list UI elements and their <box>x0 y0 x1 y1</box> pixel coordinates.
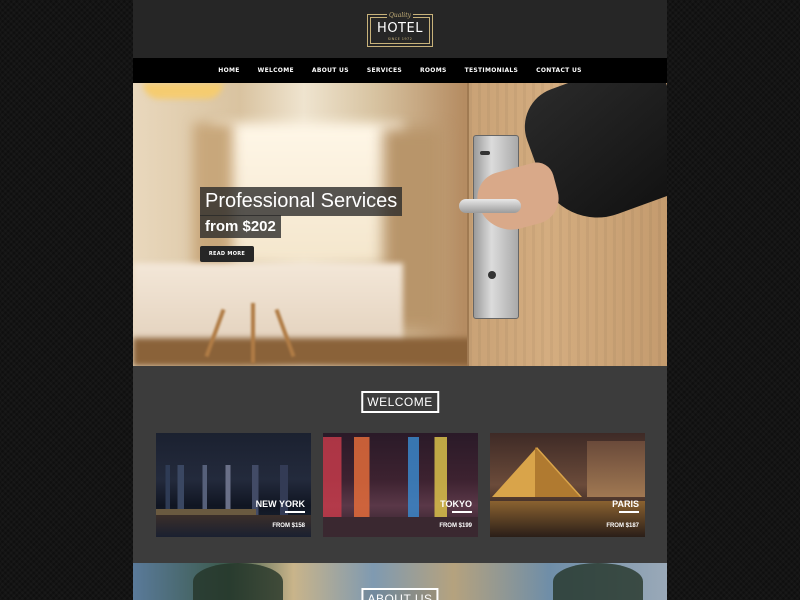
nav-item-rooms[interactable]: ROOMS <box>411 67 456 74</box>
site-header: Quality HOTEL SINCE 1972 <box>133 0 667 58</box>
hero-banner: Professional Services from $202 READ MOR… <box>133 83 667 366</box>
destination-card-tokyo[interactable]: TOKYO FROM $199 <box>323 433 478 537</box>
destination-cards: NEW YORK FROM $158 TOKYO FROM $199 PARIS… <box>156 433 645 537</box>
card-underline <box>619 511 639 513</box>
hero-floor <box>133 338 473 366</box>
page-container: Quality HOTEL SINCE 1972 HOME WELCOME AB… <box>133 0 667 600</box>
card-price: FROM $199 <box>439 523 472 529</box>
about-section: ABOUT US <box>133 563 667 600</box>
hero-lock-keyhole <box>488 271 496 279</box>
nav-item-about-us[interactable]: ABOUT US <box>303 67 358 74</box>
hero-lamp <box>143 83 223 99</box>
hero-lock-led <box>480 151 490 155</box>
destination-card-new-york[interactable]: NEW YORK FROM $158 <box>156 433 311 537</box>
logo-frame: Quality HOTEL SINCE 1972 <box>370 12 430 44</box>
card-underline <box>285 511 305 513</box>
nav-item-contact-us[interactable]: CONTACT US <box>527 67 591 74</box>
card-city-label: NEW YORK <box>255 499 305 509</box>
logo-since: SINCE 1972 <box>387 37 413 41</box>
card-price: FROM $187 <box>606 523 639 529</box>
nav-item-services[interactable]: SERVICES <box>358 67 411 74</box>
palm-tree <box>553 563 643 600</box>
card-underline <box>452 511 472 513</box>
hero-title: Professional Services <box>200 187 403 216</box>
card-city-label: TOKYO <box>440 499 472 509</box>
nav-item-home[interactable]: HOME <box>209 67 248 74</box>
logo-tagline: Quality <box>387 12 413 19</box>
paris-pyramid-shade <box>535 447 580 497</box>
hero-door-handle <box>459 199 521 213</box>
hero-table-leg <box>251 303 255 363</box>
palm-tree <box>193 563 283 600</box>
card-price: FROM $158 <box>272 523 305 529</box>
paris-palace <box>587 441 645 497</box>
welcome-section: WELCOME NEW YORK FROM $158 TOKYO FROM $1… <box>133 366 667 563</box>
about-heading: ABOUT US <box>361 588 439 600</box>
welcome-heading: WELCOME <box>361 391 439 413</box>
hero-price: from $202 <box>200 215 281 238</box>
main-nav: HOME WELCOME ABOUT US SERVICES ROOMS TES… <box>133 58 667 83</box>
read-more-button[interactable]: READ MORE <box>200 246 254 262</box>
nav-item-welcome[interactable]: WELCOME <box>249 67 303 74</box>
logo-name: HOTEL <box>377 21 423 36</box>
nav-item-testimonials[interactable]: TESTIMONIALS <box>456 67 528 74</box>
card-city-label: PARIS <box>612 499 639 509</box>
destination-card-paris[interactable]: PARIS FROM $187 <box>490 433 645 537</box>
hotel-logo[interactable]: Quality HOTEL SINCE 1972 <box>367 12 433 47</box>
